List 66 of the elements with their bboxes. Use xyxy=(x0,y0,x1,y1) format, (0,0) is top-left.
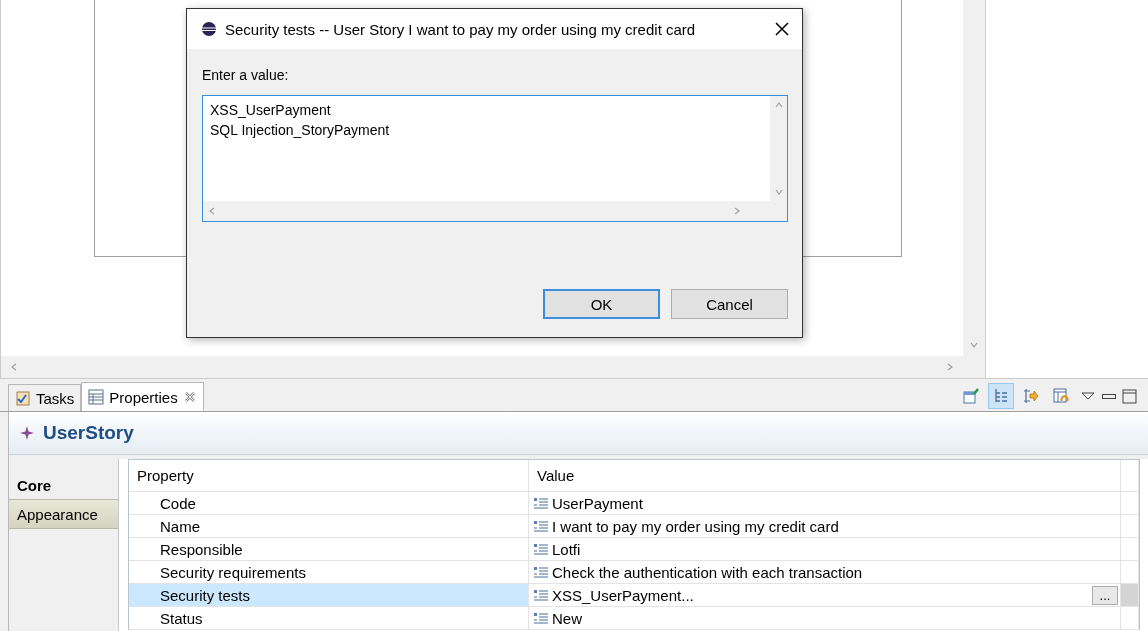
property-cell[interactable]: Status xyxy=(129,607,529,630)
filler-cell xyxy=(1121,515,1139,538)
value-cell[interactable]: New xyxy=(529,607,1121,630)
value-cell[interactable]: Lotfi xyxy=(529,538,1121,561)
dialog-button[interactable]: OK xyxy=(543,289,660,319)
filler-cell xyxy=(1121,584,1139,607)
filler-cell xyxy=(1121,492,1139,515)
property-cell[interactable]: Responsible xyxy=(129,538,529,561)
arrows-icon xyxy=(1023,388,1039,404)
browse-button[interactable]: ... xyxy=(1092,585,1118,605)
property-cell[interactable]: Name xyxy=(129,515,529,538)
value-cell[interactable]: XSS_UserPayment... ... xyxy=(529,584,1121,607)
scroll-right-icon[interactable] xyxy=(945,362,955,372)
tab-label: Tasks xyxy=(36,389,75,407)
dialog-button[interactable]: Cancel xyxy=(671,289,788,319)
scroll-right-icon[interactable] xyxy=(732,206,742,216)
scroll-left-icon[interactable] xyxy=(9,362,19,372)
toolbar-button[interactable] xyxy=(988,383,1014,409)
value-cell[interactable]: I want to pay my order using my credit card xyxy=(529,515,1121,538)
value-text: UserPayment xyxy=(552,494,643,512)
maximize-icon xyxy=(1120,388,1140,404)
scroll-left-icon[interactable] xyxy=(207,206,217,216)
list-icon xyxy=(533,612,549,624)
dialog-title: Security tests -- User Story I want to pay my order using my credit card xyxy=(225,20,697,38)
sparkle-icon xyxy=(19,425,35,441)
minimize-icon xyxy=(1102,393,1116,399)
value-text: XSS_UserPayment... xyxy=(552,586,694,604)
column-header[interactable]: Property xyxy=(129,460,529,492)
list-icon xyxy=(533,497,549,509)
text-line: SQL Injection_StoryPayment xyxy=(210,121,390,140)
scroll-up-icon[interactable] xyxy=(773,100,784,110)
list-icon xyxy=(533,520,549,532)
eclipse-icon xyxy=(201,21,217,37)
list-icon xyxy=(533,589,549,601)
view-tab[interactable]: Tasks xyxy=(8,384,82,411)
view-tab[interactable]: Properties xyxy=(81,382,204,411)
table-undo-icon xyxy=(1053,388,1069,404)
value-cell[interactable]: Check the authentication with each transaction xyxy=(529,561,1121,584)
side-tab[interactable]: Appearance xyxy=(9,500,118,529)
property-cell[interactable]: Security tests xyxy=(129,584,529,607)
column-header[interactable]: Value xyxy=(529,460,1121,492)
value-text: Check the authentication with each transaction xyxy=(552,563,863,581)
value-text: I want to pay my order using my credit card xyxy=(552,517,839,535)
value-cell[interactable]: UserPayment xyxy=(529,492,1121,515)
pin-window-icon xyxy=(963,388,979,404)
property-cell[interactable]: Code xyxy=(129,492,529,515)
filler-cell xyxy=(1121,538,1139,561)
vertical-scrollbar[interactable] xyxy=(963,0,986,378)
value-text: Lotfi xyxy=(552,540,581,558)
property-cell[interactable]: Security requirements xyxy=(129,561,529,584)
scroll-down-icon[interactable] xyxy=(773,187,784,197)
list-icon xyxy=(533,566,549,578)
filler-cell xyxy=(1121,561,1139,584)
text-area[interactable]: XSS_UserPayment SQL Injection_StoryPayment xyxy=(202,95,788,222)
list-icon xyxy=(533,543,549,555)
element-title: UserStory xyxy=(43,422,134,444)
horizontal-scrollbar[interactable] xyxy=(1,356,963,378)
prompt-label: Enter a value: xyxy=(202,67,289,83)
text-line: XSS_UserPayment xyxy=(210,101,331,120)
table-icon xyxy=(88,389,105,405)
clipboard-check-icon xyxy=(15,390,31,406)
tab-label: Properties xyxy=(109,388,178,406)
scroll-down-icon[interactable] xyxy=(969,340,979,350)
tree-icon xyxy=(993,388,1009,404)
close-icon xyxy=(182,390,197,404)
value-text: New xyxy=(552,609,582,627)
